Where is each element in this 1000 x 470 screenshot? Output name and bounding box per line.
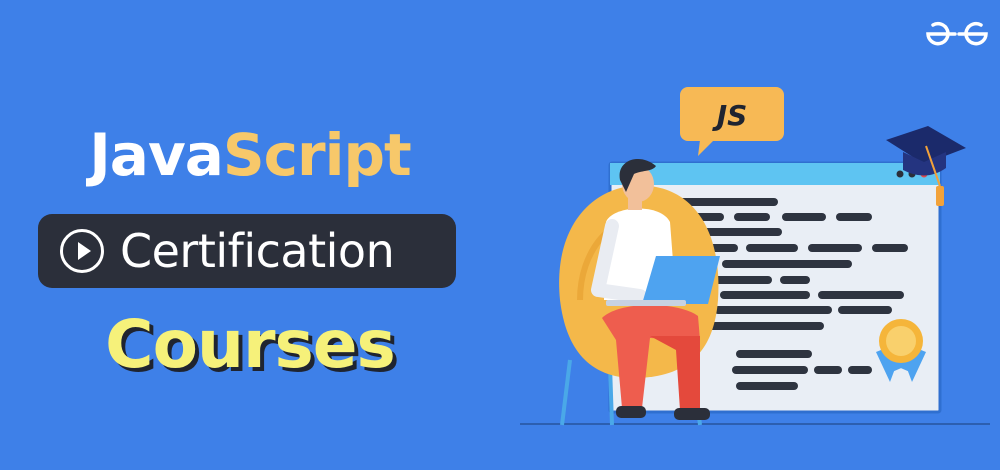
illustration: JS xyxy=(520,87,990,426)
speech-bubble-label: JS xyxy=(712,99,748,132)
window-dot xyxy=(896,170,904,178)
banner: JavaScript Certification Courses JS xyxy=(0,0,1000,470)
